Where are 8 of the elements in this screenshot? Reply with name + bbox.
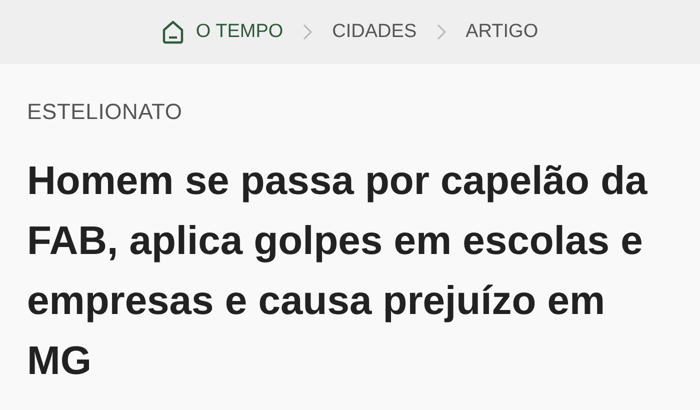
chevron-icon [436, 24, 446, 40]
home-link[interactable]: O TEMPO [162, 20, 284, 44]
home-icon [162, 20, 184, 44]
category-label: ESTELIONATO [27, 99, 184, 125]
article-headline: Homem se passa por capelão da FAB, aplica golpes em escolas e empresas e causa prejuízo em MG [27, 158, 648, 385]
chevron-icon [303, 24, 312, 40]
breadcrumb-link[interactable]: ARTIGO [466, 21, 538, 43]
breadcrumb-link[interactable]: CIDADES [332, 21, 417, 43]
